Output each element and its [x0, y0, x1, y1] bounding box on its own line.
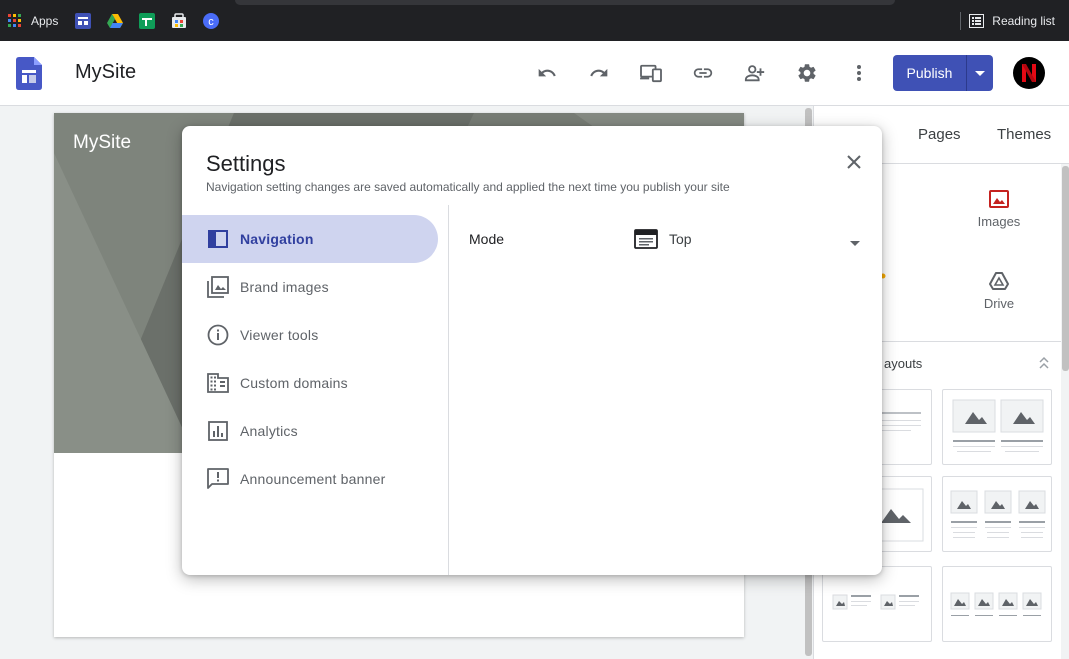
- c-app-icon[interactable]: c: [203, 12, 219, 30]
- drive-label: Drive: [983, 296, 1015, 311]
- dropdown-arrow-icon: [850, 233, 860, 251]
- collapse-icon[interactable]: [1038, 356, 1050, 375]
- reading-list-icon: [969, 14, 985, 28]
- publish-dropdown-button[interactable]: [967, 55, 993, 91]
- nav-label: Navigation: [240, 231, 314, 247]
- avatar[interactable]: [1013, 57, 1045, 89]
- publish-button[interactable]: Publish: [893, 55, 967, 91]
- nav-label: Custom domains: [240, 375, 348, 391]
- app-header: MySite Publish: [0, 41, 1069, 106]
- undo-icon[interactable]: [535, 61, 559, 85]
- publish-button-group: Publish: [893, 55, 993, 91]
- sites-logo-icon[interactable]: [16, 57, 42, 95]
- sheets-icon[interactable]: [139, 12, 155, 30]
- apps-bookmark[interactable]: Apps: [8, 12, 58, 30]
- preview-devices-icon[interactable]: [639, 61, 663, 85]
- layout-tile-four-images[interactable]: [942, 566, 1052, 642]
- brand-images-icon: [206, 275, 230, 299]
- mode-label: Mode: [469, 231, 505, 247]
- caret-down-icon: [975, 70, 985, 76]
- layout-tile-three-images[interactable]: [942, 476, 1052, 552]
- nav-label: Announcement banner: [240, 471, 386, 487]
- layout-tile-two-images[interactable]: [942, 389, 1052, 465]
- nav-label: Analytics: [240, 423, 298, 439]
- mode-select[interactable]: Top: [634, 225, 860, 253]
- share-add-person-icon[interactable]: [743, 61, 767, 85]
- redo-icon[interactable]: [587, 61, 611, 85]
- mode-value: Top: [669, 231, 692, 247]
- right-panel-scrollbar-thumb[interactable]: [1062, 166, 1069, 371]
- tab-pages[interactable]: Pages: [918, 126, 961, 143]
- dialog-subtitle: Navigation setting changes are saved aut…: [206, 180, 730, 194]
- apps-label: Apps: [31, 14, 59, 28]
- settings-nav-navigation[interactable]: Navigation: [182, 215, 438, 263]
- tab-themes[interactable]: Themes: [997, 126, 1051, 143]
- store-icon[interactable]: [171, 12, 187, 30]
- drive-outline-icon: [989, 272, 1009, 290]
- hero-title[interactable]: MySite: [73, 132, 131, 154]
- image-icon: [989, 190, 1009, 208]
- bookmark-separator: [960, 12, 961, 30]
- analytics-icon: [206, 419, 230, 443]
- dialog-nav-divider: [448, 205, 449, 575]
- images-label: Images: [977, 214, 1021, 229]
- dialog-title: Settings: [206, 151, 286, 176]
- insert-drive[interactable]: Drive: [949, 272, 1049, 311]
- settings-nav-viewer-tools[interactable]: Viewer tools: [182, 311, 438, 359]
- layout-three-images-icon: [950, 490, 1046, 538]
- tab-strip-edge: [235, 0, 895, 5]
- right-panel-scrollbar[interactable]: [1061, 164, 1069, 659]
- domain-icon: [206, 371, 230, 395]
- navigation-icon: [206, 227, 230, 251]
- settings-gear-icon[interactable]: [795, 61, 819, 85]
- settings-nav-announcement-banner[interactable]: Announcement banner: [182, 455, 438, 503]
- announcement-icon: [206, 467, 230, 491]
- reading-list-label: Reading list: [992, 14, 1055, 28]
- settings-nav-custom-domains[interactable]: Custom domains: [182, 359, 438, 407]
- layout-two-images-icon: [952, 399, 1044, 452]
- layouts-heading[interactable]: ayouts: [884, 356, 922, 371]
- link-icon[interactable]: [691, 61, 715, 85]
- layout-tile-image-text-pairs[interactable]: [822, 566, 932, 642]
- site-name[interactable]: MySite: [75, 61, 136, 84]
- nav-label: Viewer tools: [240, 327, 319, 343]
- calendar-icon[interactable]: [75, 12, 91, 30]
- settings-nav-brand-images[interactable]: Brand images: [182, 263, 438, 311]
- layout-image-text-pairs-icon: [832, 594, 919, 610]
- netflix-n-icon: [1022, 64, 1036, 82]
- drive-icon[interactable]: [107, 12, 123, 30]
- top-navigation-mode-icon: [634, 229, 658, 249]
- nav-label: Brand images: [240, 279, 329, 295]
- apps-grid-icon: [8, 14, 21, 27]
- info-icon: [206, 323, 230, 347]
- layout-four-images-icon: [950, 592, 1042, 616]
- bookmarks-bar: Apps c Reading list: [0, 0, 1069, 41]
- reading-list-button[interactable]: Reading list: [969, 12, 1055, 30]
- close-icon[interactable]: [842, 150, 866, 174]
- settings-nav-analytics[interactable]: Analytics: [182, 407, 438, 455]
- settings-dialog: Settings Navigation setting changes are …: [182, 126, 882, 575]
- more-vert-icon[interactable]: [847, 61, 871, 85]
- insert-images[interactable]: Images: [949, 190, 1049, 229]
- svg-text:c: c: [208, 16, 214, 28]
